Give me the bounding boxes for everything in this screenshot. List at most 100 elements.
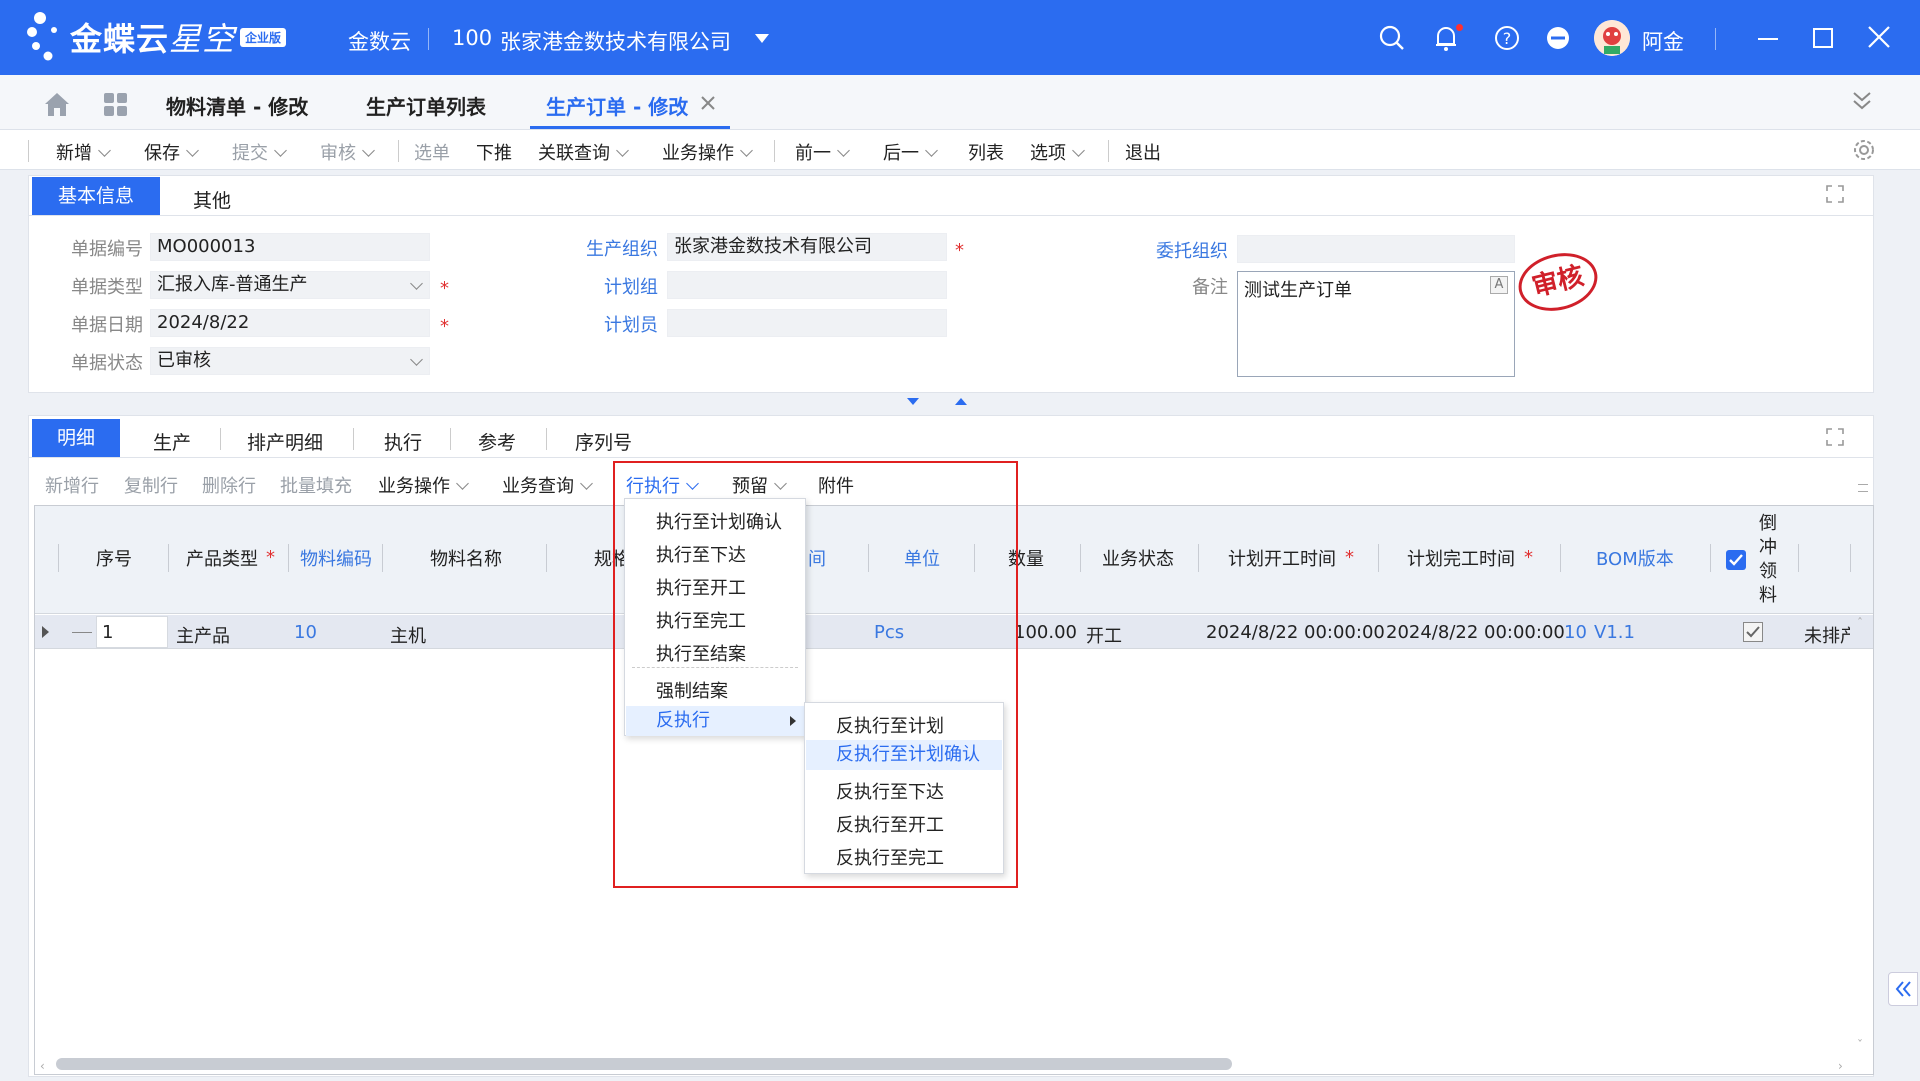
production-org-field[interactable]: 张家港金数技术有限公司 (667, 233, 947, 261)
chevron-down-icon (456, 477, 469, 490)
bill-no-field[interactable]: MO000013 (150, 233, 430, 261)
search-icon[interactable] (1377, 24, 1407, 54)
entrust-org-label[interactable]: 委托组织 (1140, 237, 1228, 263)
exit-button[interactable]: 退出 (1125, 139, 1161, 165)
cell-bom-version[interactable]: V1.1 (1594, 622, 1635, 643)
scroll-right-icon[interactable]: › (1838, 1059, 1843, 1073)
audit-button[interactable]: 审核 (320, 139, 375, 165)
multilang-icon[interactable]: A (1490, 276, 1508, 294)
batch-fill-button[interactable]: 批量填充 (280, 472, 352, 498)
col-product-type[interactable]: 产品类型 (186, 545, 258, 571)
col-backflush-char: 冲 (1759, 537, 1777, 558)
save-button[interactable]: 保存 (144, 139, 199, 165)
expand-icon[interactable] (1826, 428, 1844, 446)
scroll-left-icon[interactable]: ‹ (40, 1059, 45, 1073)
scroll-up-icon[interactable]: ˆ (1857, 616, 1863, 630)
horizontal-scrollbar[interactable] (56, 1058, 1232, 1070)
scroll-down-icon[interactable]: ˇ (1857, 1038, 1863, 1052)
tab-execution[interactable]: 执行 (384, 428, 422, 455)
business-query-button[interactable]: 业务查询 (502, 472, 593, 498)
options-button[interactable]: 选项 (1030, 139, 1085, 165)
tab-serial-no[interactable]: 序列号 (575, 428, 632, 455)
col-bom-version[interactable]: BOM版本 (1596, 545, 1674, 571)
tab-production[interactable]: 生产 (153, 428, 191, 455)
col-plan-finish-time[interactable]: 计划完工时间 (1407, 545, 1515, 571)
detail-business-op-label: 业务操作 (378, 476, 450, 497)
backflush-header-checkbox[interactable] (1726, 550, 1746, 570)
expand-icon[interactable] (1826, 185, 1844, 203)
apps-grid-icon[interactable] (104, 93, 128, 117)
planner-field[interactable] (667, 309, 947, 337)
org-name[interactable]: 张家港金数技术有限公司 (500, 26, 731, 56)
home-icon[interactable] (43, 91, 71, 117)
add-row-button[interactable]: 新增行 (45, 472, 99, 498)
select-bill-button[interactable]: 选单 (414, 139, 450, 165)
collapse-up-icon[interactable] (955, 398, 967, 405)
col-backflush[interactable]: 倒 冲 领 料 (1756, 512, 1780, 608)
minimize-icon[interactable] (1758, 38, 1778, 40)
cell-business-status[interactable]: 开工 (1086, 622, 1122, 648)
bell-icon[interactable] (1431, 24, 1463, 54)
cell-bom-code[interactable]: 10 (1564, 622, 1587, 643)
next-button[interactable]: 后一 (883, 139, 938, 165)
tab-mo-list[interactable]: 生产订单列表 (366, 91, 486, 120)
column-divider (382, 544, 383, 572)
new-button[interactable]: 新增 (56, 139, 111, 165)
side-panel-toggle[interactable] (1888, 972, 1918, 1006)
entrust-org-field[interactable] (1237, 235, 1515, 263)
user-name[interactable]: 阿金 (1642, 26, 1684, 56)
push-down-button[interactable]: 下推 (476, 139, 512, 165)
tab-reference[interactable]: 参考 (478, 428, 516, 455)
business-operation-button[interactable]: 业务操作 (662, 139, 753, 165)
settings-gear-icon[interactable] (1852, 138, 1876, 162)
org-code[interactable]: 100 (452, 26, 492, 50)
submit-button[interactable]: 提交 (232, 139, 287, 165)
tab-basic-info[interactable]: 基本信息 (32, 177, 160, 215)
related-query-button[interactable]: 关联查询 (538, 139, 629, 165)
cell-material-name[interactable]: 主机 (390, 622, 426, 648)
cell-material-code[interactable]: 10 (294, 622, 317, 643)
col-material-code[interactable]: 物料编码 (300, 545, 372, 571)
plan-group-label[interactable]: 计划组 (570, 273, 658, 299)
required-marker: * (1524, 547, 1533, 568)
org-dropdown-icon[interactable] (755, 34, 769, 43)
previous-button[interactable]: 前一 (795, 139, 850, 165)
cell-plan-finish-time[interactable]: 2024/8/22 00:00:00 (1386, 622, 1565, 643)
tab-mo-edit[interactable]: 生产订单 - 修改 (546, 91, 688, 120)
help-icon[interactable]: ? (1492, 24, 1522, 54)
col-business-status[interactable]: 业务状态 (1102, 545, 1174, 571)
close-icon[interactable] (1866, 24, 1892, 50)
maximize-icon[interactable] (1813, 28, 1833, 48)
collapse-down-icon[interactable] (907, 398, 919, 405)
production-org-label[interactable]: 生产组织 (570, 235, 658, 261)
tenant-name[interactable]: 金数云 (348, 26, 411, 56)
cell-quantity[interactable]: 100.00 (1014, 622, 1077, 643)
cell-product-type[interactable]: 主产品 (176, 622, 230, 648)
tab-detail[interactable]: 明细 (32, 419, 120, 457)
avatar[interactable] (1594, 20, 1630, 56)
tab-bom-edit[interactable]: 物料清单 - 修改 (166, 91, 308, 120)
bill-type-select[interactable]: 汇报入库-普通生产 (150, 271, 430, 299)
detail-business-op-button[interactable]: 业务操作 (378, 472, 469, 498)
list-button[interactable]: 列表 (968, 139, 1004, 165)
remark-textarea[interactable]: 测试生产订单 (1237, 271, 1515, 377)
collapse-double-chevron-icon[interactable] (1850, 89, 1874, 113)
delete-row-button[interactable]: 删除行 (202, 472, 256, 498)
planner-label[interactable]: 计划员 (570, 311, 658, 337)
active-tab-underline (530, 126, 730, 129)
tab-close-icon[interactable] (700, 95, 716, 111)
col-plan-start-time[interactable]: 计划开工时间 (1228, 545, 1336, 571)
backflush-row-checkbox[interactable] (1743, 622, 1763, 642)
cell-schedule-status[interactable]: 未排产 (1804, 622, 1850, 648)
cell-plan-start-time[interactable]: 2024/8/22 00:00:00 (1206, 622, 1385, 643)
bill-status-select[interactable]: 已审核 (150, 347, 430, 375)
more-icon[interactable] (1543, 24, 1573, 54)
bill-date-field[interactable]: 2024/8/22 (150, 309, 430, 337)
copy-row-button[interactable]: 复制行 (124, 472, 178, 498)
tab-schedule-detail[interactable]: 排产明细 (247, 428, 323, 455)
col-material-name[interactable]: 物料名称 (430, 545, 502, 571)
plan-group-field[interactable] (667, 271, 947, 299)
tab-other[interactable]: 其他 (193, 186, 231, 213)
col-seq[interactable]: 序号 (96, 545, 132, 571)
column-settings-icon[interactable] (1858, 484, 1868, 492)
